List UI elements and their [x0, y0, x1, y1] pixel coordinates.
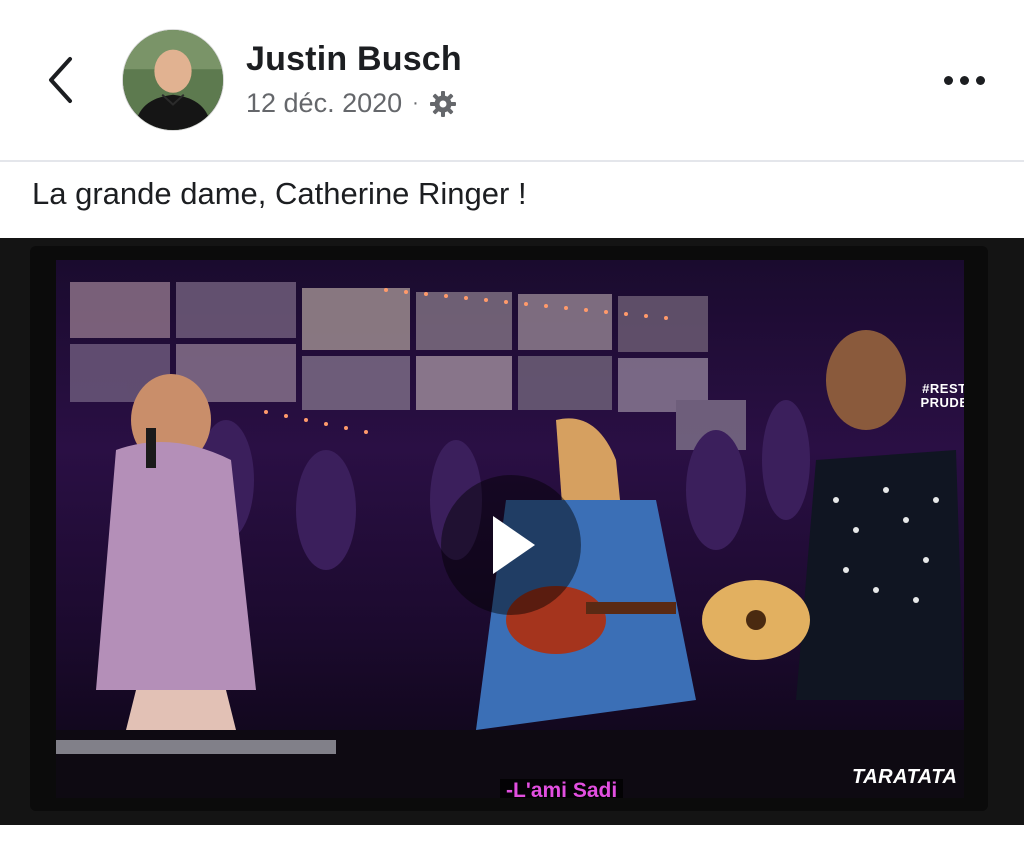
more-horizontal-icon-dot [943, 75, 953, 85]
post-caption: La grande dame, Catherine Ringer ! [32, 176, 527, 211]
post-video[interactable]: 2 #RESTONS PRUDENTS TARATATA -L'ami Sadi [0, 238, 1024, 825]
avatar[interactable] [122, 29, 224, 131]
gear-icon [429, 90, 456, 117]
meta-separator: · [412, 92, 419, 114]
channel-number: 2 [856, 348, 964, 382]
channel-logo: 2 #RESTONS PRUDENTS [856, 348, 964, 410]
play-button[interactable] [441, 475, 581, 615]
video-subtitle: -L'ami Sadi [500, 779, 624, 798]
play-icon [493, 516, 535, 574]
author-name[interactable]: Justin Busch [246, 40, 462, 79]
more-horizontal-icon-dot [975, 75, 985, 85]
channel-tag-line2: PRUDENTS [920, 395, 964, 410]
channel-tag-line1: #RESTONS [922, 381, 964, 396]
avatar-image [123, 30, 223, 130]
post-footer-space [0, 825, 1024, 855]
post-meta: 12 déc. 2020 · [246, 88, 457, 119]
more-horizontal-icon-dot [959, 75, 969, 85]
more-options-button[interactable] [932, 58, 996, 102]
show-logo: TARATATA [852, 766, 958, 788]
post-date[interactable]: 12 déc. 2020 [246, 88, 402, 119]
post-header: Justin Busch 12 déc. 2020 · [0, 0, 1024, 160]
back-button[interactable] [36, 50, 86, 110]
header-divider [0, 160, 1024, 162]
chevron-left-icon [49, 57, 72, 103]
